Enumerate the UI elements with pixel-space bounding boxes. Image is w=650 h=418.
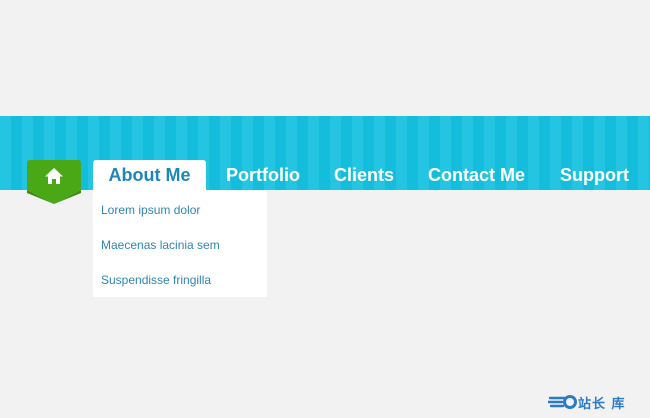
nav-item-clients[interactable]: Clients [334,160,394,190]
nav-item-about-me[interactable]: About Me [93,160,206,190]
dropdown-item-suspendisse[interactable]: Suspendisse fringilla [101,273,211,287]
watermark-swoosh-icon [548,395,577,409]
home-tab[interactable] [27,160,81,204]
dropdown-item-maecenas[interactable]: Maecenas lacinia sem [101,238,220,252]
page: About Me Portfolio Clients Contact Me Su… [0,0,650,418]
watermark-text: 站长 库 [578,397,626,412]
nav-item-support[interactable]: Support [560,160,629,190]
watermark-logo: 站长 库 [548,391,646,413]
about-me-dropdown: Lorem ipsum dolor Maecenas lacinia sem S… [93,190,267,297]
nav-item-contact-me[interactable]: Contact Me [428,160,525,190]
home-tab-shape [27,160,81,204]
dropdown-item-lorem[interactable]: Lorem ipsum dolor [101,203,200,217]
nav-item-portfolio[interactable]: Portfolio [226,160,300,190]
